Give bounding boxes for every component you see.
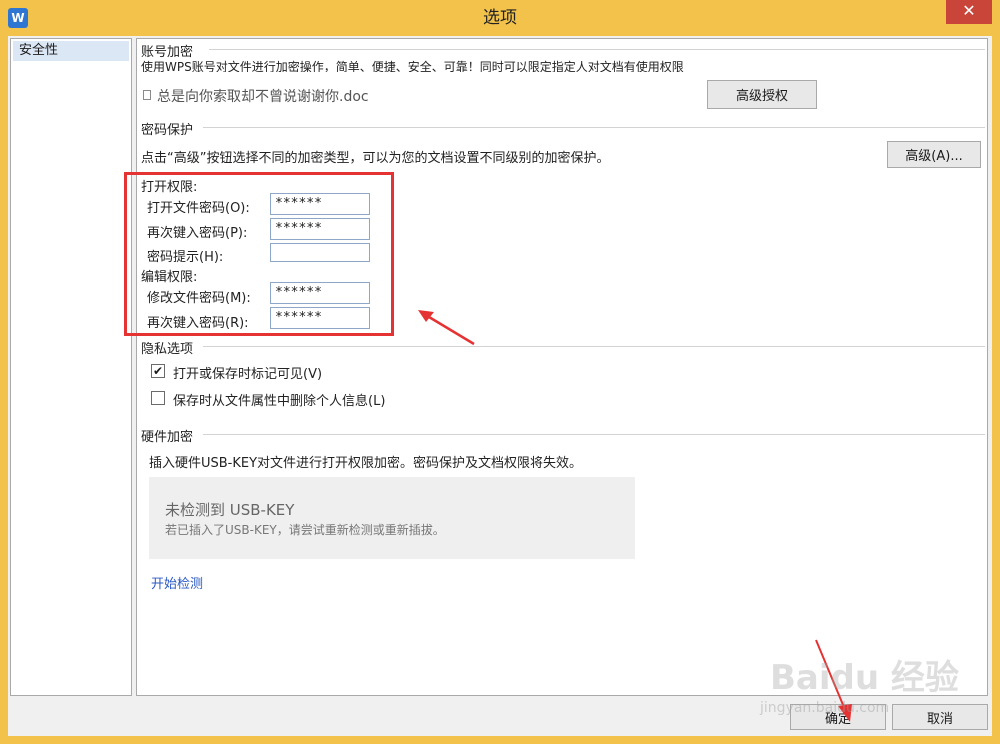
dialog-title: 选项 <box>483 8 517 28</box>
document-icon <box>143 90 151 100</box>
open-confirm-label: 再次键入密码(P): <box>147 226 248 241</box>
usb-key-status-hint: 若已插入了USB-KEY，请尝试重新检测或重新插拔。 <box>165 523 445 537</box>
usb-key-status-box: 未检测到 USB-KEY 若已插入了USB-KEY，请尝试重新检测或重新插拔。 <box>149 477 635 559</box>
start-detect-link[interactable]: 开始检测 <box>151 573 203 592</box>
mark-visible-label: 打开或保存时标记可见(V) <box>173 367 323 382</box>
privacy-section-title: 隐私选项 <box>141 338 198 357</box>
open-permission-label: 打开权限: <box>141 180 198 195</box>
open-password-label: 打开文件密码(O): <box>147 201 250 216</box>
account-description: 使用WPS账号对文件进行加密操作，简单、便捷、安全、可靠！同时可以限定指定人对文… <box>141 60 684 72</box>
password-hint-label: 密码提示(H): <box>147 250 224 265</box>
section-divider <box>203 346 985 347</box>
close-icon: ✕ <box>962 1 976 20</box>
close-button[interactable]: ✕ <box>946 0 992 24</box>
edit-permission-label: 编辑权限: <box>141 270 198 285</box>
open-confirm-field[interactable]: ****** <box>270 218 370 240</box>
hardware-description: 插入硬件USB-KEY对文件进行打开权限加密。密码保护及文档权限将失效。 <box>149 456 583 471</box>
edit-confirm-field[interactable]: ****** <box>270 307 370 329</box>
remove-personal-info-label: 保存时从文件属性中删除个人信息(L) <box>173 394 386 409</box>
usb-key-status-title: 未检测到 USB-KEY <box>165 501 295 519</box>
edit-password-field[interactable]: ****** <box>270 282 370 304</box>
title-bar: W 选项 ✕ <box>0 0 1000 36</box>
sidebar-item-security[interactable]: 安全性 <box>13 41 129 61</box>
sidebar: 安全性 <box>10 38 132 696</box>
advanced-button[interactable]: 高级(A)... <box>887 141 981 168</box>
section-divider <box>203 127 985 128</box>
mark-visible-checkbox[interactable]: ✔ <box>151 364 165 378</box>
security-panel: 账号加密 使用WPS账号对文件进行加密操作，简单、便捷、安全、可靠！同时可以限定… <box>136 38 988 696</box>
section-divider <box>203 434 985 435</box>
edit-confirm-label: 再次键入密码(R): <box>147 316 249 331</box>
password-section-title: 密码保护 <box>141 119 198 138</box>
remove-personal-info-checkbox[interactable] <box>151 391 165 405</box>
annotation-arrow <box>418 310 475 346</box>
ok-annotation-arrow <box>815 639 852 722</box>
options-dialog: W 选项 ✕ 安全性 账号加密 使用WPS账号对文件进行加密操作，简单、便捷、安… <box>0 0 1000 744</box>
checkmark-icon: ✔ <box>152 364 164 378</box>
open-password-field[interactable]: ****** <box>270 193 370 215</box>
password-hint-field[interactable] <box>270 243 370 262</box>
dialog-client-area: 安全性 账号加密 使用WPS账号对文件进行加密操作，简单、便捷、安全、可靠！同时… <box>8 36 992 736</box>
account-doc-name: 总是向你索取却不曾说谢谢你.doc <box>157 89 369 105</box>
edit-password-label: 修改文件密码(M): <box>147 291 251 306</box>
section-divider <box>209 49 985 50</box>
cancel-button[interactable]: 取消 <box>892 704 988 730</box>
advanced-auth-button[interactable]: 高级授权 <box>707 80 817 109</box>
hardware-section-title: 硬件加密 <box>141 426 198 445</box>
password-description: 点击“高级”按钮选择不同的加密类型，可以为您的文档设置不同级别的加密保护。 <box>141 151 610 166</box>
